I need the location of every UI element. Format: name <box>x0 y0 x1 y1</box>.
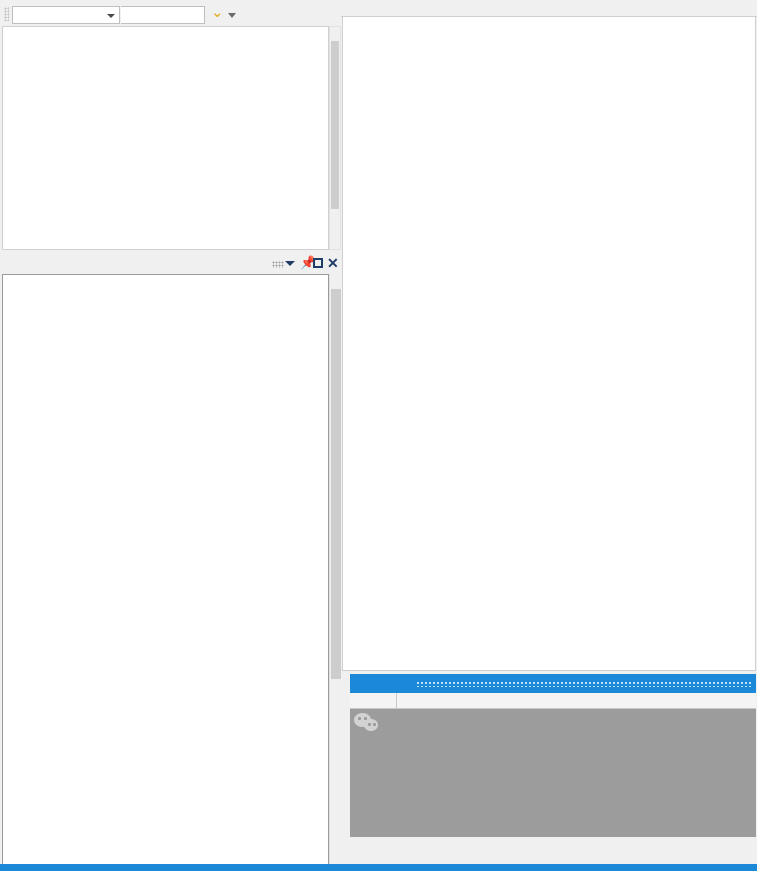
panel-grip-icon[interactable] <box>416 681 752 687</box>
wechat-icon <box>354 713 380 733</box>
details-property-grid[interactable] <box>2 274 329 869</box>
messages-panel <box>342 671 756 838</box>
toolbar-grip-handle[interactable] <box>4 7 9 21</box>
graphics-bottom-tabs[interactable] <box>342 838 756 862</box>
chevron-down-small-icon[interactable] <box>228 13 236 18</box>
chevron-down-icon <box>107 14 115 18</box>
scroll-down-icon[interactable] <box>330 237 340 249</box>
geometry-canvas <box>343 17 756 671</box>
left-pane: ⌄ 📌 ✕ <box>0 0 341 871</box>
outline-filter-field-select[interactable] <box>12 6 120 24</box>
messages-col-icon <box>350 693 397 708</box>
messages-column-header <box>350 693 756 709</box>
scroll-up-icon[interactable] <box>330 27 340 39</box>
scrollbar-thumb[interactable] <box>331 289 341 679</box>
details-panel-titlebar: 📌 ✕ <box>0 252 341 274</box>
outline-tree-scrollbar[interactable] <box>329 26 341 250</box>
search-outline-input[interactable] <box>121 6 205 24</box>
messages-panel-header <box>350 674 756 693</box>
scrollbar-thumb[interactable] <box>331 41 339 209</box>
details-panel: 📌 ✕ <box>0 252 341 871</box>
maximize-icon[interactable] <box>313 258 323 268</box>
graphics-toolbar[interactable] <box>341 0 757 17</box>
chevron-down-icon[interactable] <box>285 261 295 266</box>
close-icon[interactable]: ✕ <box>327 256 339 270</box>
status-bar <box>0 864 757 871</box>
watermark <box>350 709 487 737</box>
graphics-viewport[interactable] <box>342 16 756 671</box>
outline-filter-toolbar: ⌄ <box>0 0 341 26</box>
details-scrollbar[interactable] <box>329 274 341 869</box>
messages-list[interactable] <box>350 709 756 837</box>
chevron-down-gold-icon[interactable]: ⌄ <box>211 5 224 20</box>
outline-tree[interactable] <box>2 26 329 250</box>
panel-grip-icon[interactable] <box>272 261 284 268</box>
graphics-pane <box>341 0 757 871</box>
scroll-up-icon[interactable] <box>330 274 341 287</box>
